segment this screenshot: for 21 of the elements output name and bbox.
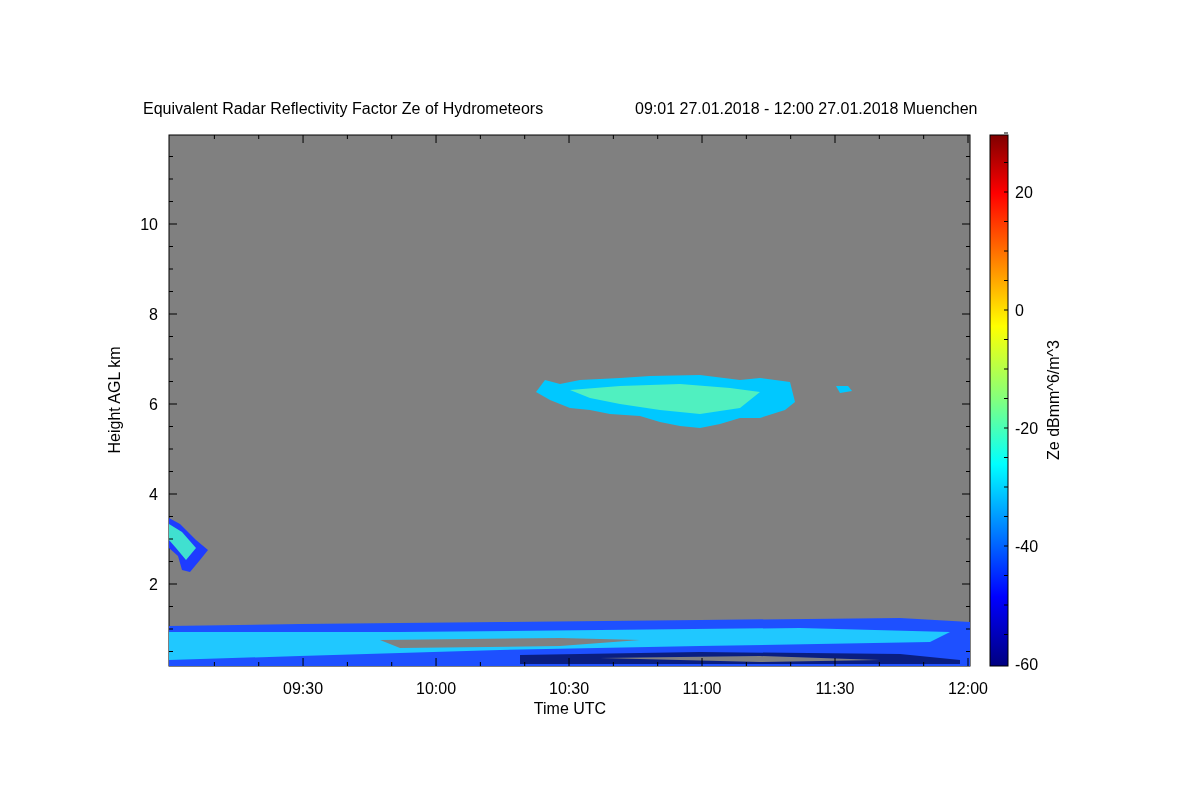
- y-tick-label: 10: [140, 216, 158, 233]
- x-tick-label: 11:30: [815, 680, 855, 697]
- colorbar-tick-label: -20: [1015, 420, 1039, 437]
- x-tick-label: 12:00: [948, 680, 988, 697]
- colorbar-tick-label: -40: [1015, 538, 1039, 555]
- colorbar-tick-label: -60: [1015, 656, 1039, 673]
- y-axis-label: Height AGL km: [106, 346, 123, 454]
- colorbar-tick-label: 20: [1015, 184, 1033, 201]
- x-tick-label: 09:30: [283, 680, 324, 697]
- chart-period: 09:01 27.01.2018 - 12:00 27.01.2018 Muenchen: [635, 100, 978, 117]
- y-tick-label: 4: [149, 486, 158, 503]
- colorbar-tick-label: 0: [1015, 302, 1024, 319]
- x-tick-label: 11:00: [682, 680, 722, 697]
- chart-title: Equivalent Radar Reflectivity Factor Ze of Hydrometeors: [143, 100, 544, 117]
- colorbar-label: Ze dBmm^6/m^3: [1045, 340, 1062, 460]
- x-axis-label: Time UTC: [533, 700, 607, 717]
- y-tick-label: 6: [149, 396, 158, 413]
- x-tick-label: 10:30: [549, 680, 590, 697]
- y-tick-label: 2: [149, 576, 158, 593]
- y-tick-label: 8: [149, 306, 158, 323]
- x-tick-label: 10:00: [416, 680, 457, 697]
